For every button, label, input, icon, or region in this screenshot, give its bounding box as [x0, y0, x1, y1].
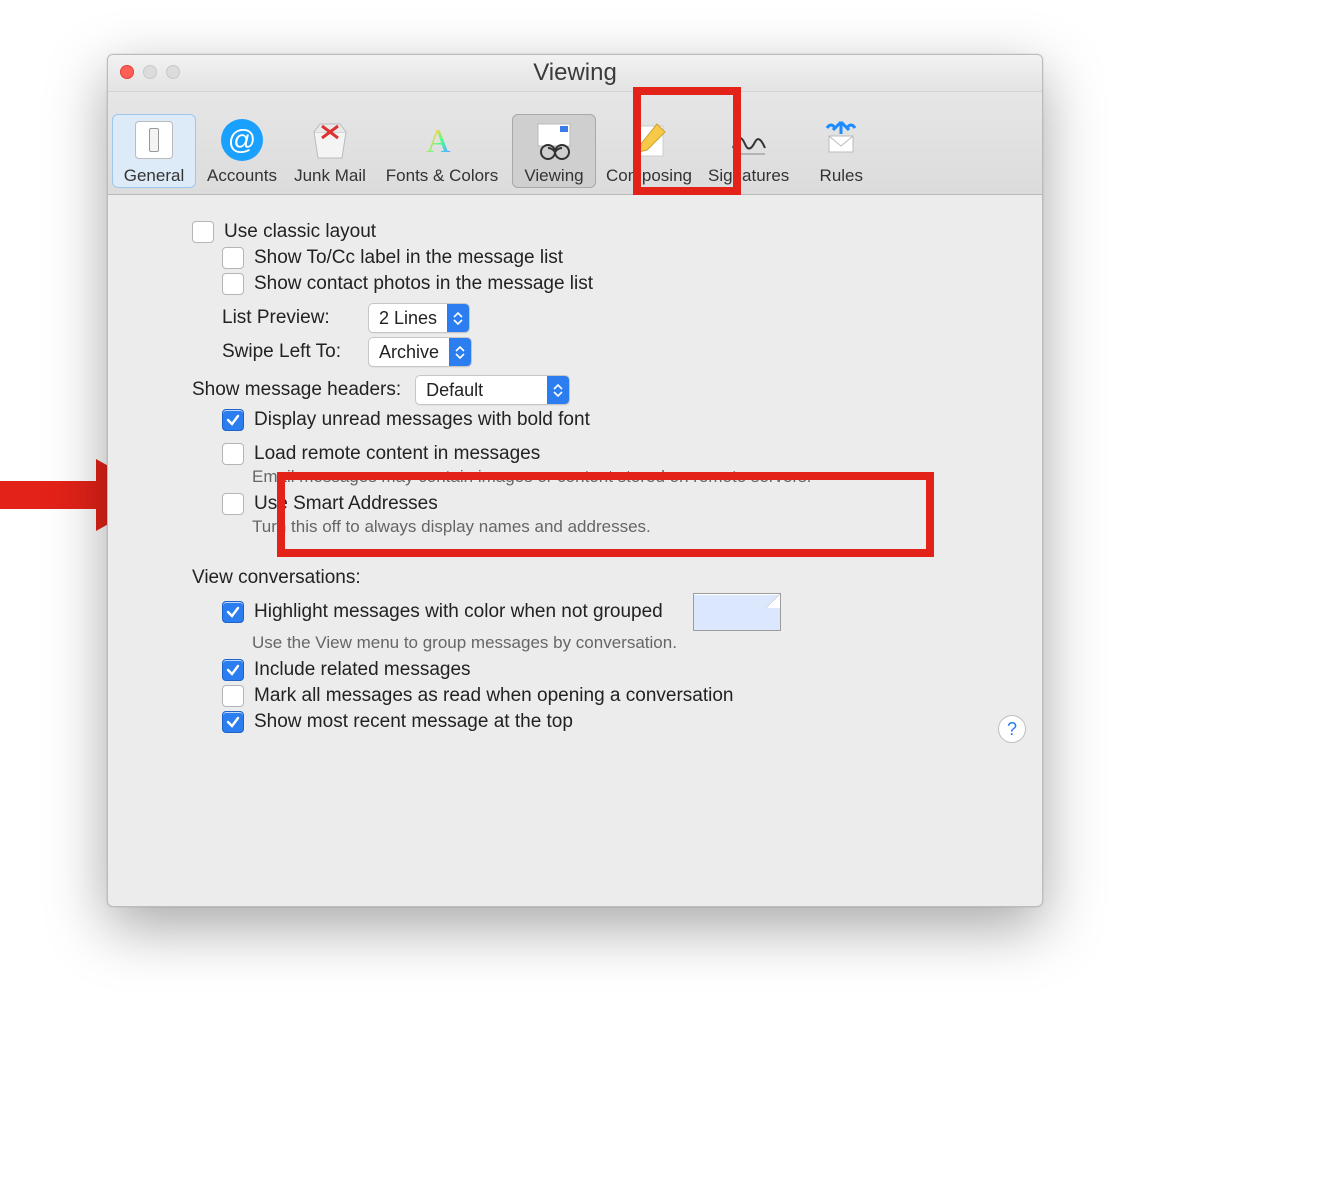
- toolbar-label: Viewing: [524, 166, 583, 186]
- toolbar-tab-general[interactable]: General: [112, 114, 196, 188]
- recent-top-checkbox[interactable]: [222, 711, 244, 733]
- toolbar-label: Rules: [820, 166, 863, 186]
- toolbar-tab-signatures[interactable]: Signatures: [702, 114, 795, 188]
- show-tocc-label: Show To/Cc label in the message list: [254, 247, 563, 269]
- toolbar-tab-rules[interactable]: Rules: [799, 114, 883, 188]
- toolbar-label: Accounts: [207, 166, 277, 186]
- toolbar-tab-viewing[interactable]: Viewing: [512, 114, 596, 188]
- toolbar-label: Junk Mail: [294, 166, 366, 186]
- recent-top-label: Show most recent message at the top: [254, 711, 573, 733]
- toolbar-label: General: [124, 166, 184, 186]
- toolbar-tab-junk-mail[interactable]: Junk Mail: [288, 114, 372, 188]
- close-window-button[interactable]: [120, 65, 134, 79]
- load-remote-content-checkbox[interactable]: [222, 443, 244, 465]
- list-preview-select[interactable]: 2 Lines: [368, 303, 470, 333]
- toolbar-label: Composing: [606, 166, 692, 186]
- view-conversations-header: View conversations:: [192, 567, 361, 589]
- headers-value: Default: [426, 376, 547, 404]
- smart-addresses-checkbox[interactable]: [222, 493, 244, 515]
- list-preview-label: List Preview:: [222, 307, 358, 329]
- select-stepper-icon: [449, 338, 471, 366]
- viewing-icon: [532, 118, 576, 162]
- preferences-window: Viewing General @ Accounts Junk Mail A: [107, 54, 1043, 907]
- viewing-pane: Use classic layout Show To/Cc label in t…: [108, 195, 1042, 757]
- toolbar-label: Signatures: [708, 166, 789, 186]
- swipe-left-label: Swipe Left To:: [222, 341, 358, 363]
- include-related-checkbox[interactable]: [222, 659, 244, 681]
- list-preview-value: 2 Lines: [379, 304, 447, 332]
- toolbar-tab-fonts-colors[interactable]: A Fonts & Colors: [376, 114, 508, 188]
- swipe-left-select[interactable]: Archive: [368, 337, 472, 367]
- toolbar-tab-composing[interactable]: Composing: [600, 114, 698, 188]
- headers-label: Show message headers:: [192, 379, 401, 401]
- highlight-color-checkbox[interactable]: [222, 601, 244, 623]
- fonts-colors-icon: A: [420, 118, 464, 162]
- mark-all-read-checkbox[interactable]: [222, 685, 244, 707]
- general-icon: [132, 118, 176, 162]
- help-button[interactable]: ?: [998, 715, 1026, 743]
- headers-select[interactable]: Default: [415, 375, 570, 405]
- accounts-icon: @: [220, 118, 264, 162]
- highlight-color-well[interactable]: [693, 593, 781, 631]
- preferences-toolbar: General @ Accounts Junk Mail A Fonts & C…: [108, 92, 1042, 195]
- load-remote-content-sublabel: Email messages may contain images or con…: [252, 467, 1014, 487]
- junk-mail-icon: [308, 118, 352, 162]
- smart-addresses-sublabel: Turn this off to always display names an…: [252, 517, 1014, 537]
- titlebar: Viewing: [108, 55, 1042, 92]
- bold-unread-checkbox[interactable]: [222, 409, 244, 431]
- bold-unread-label: Display unread messages with bold font: [254, 409, 590, 431]
- show-contact-photos-label: Show contact photos in the message list: [254, 273, 593, 295]
- swipe-left-value: Archive: [379, 338, 449, 366]
- minimize-window-button[interactable]: [143, 65, 157, 79]
- select-stepper-icon: [447, 304, 469, 332]
- highlight-color-sublabel: Use the View menu to group messages by c…: [252, 633, 1014, 653]
- include-related-label: Include related messages: [254, 659, 471, 681]
- toolbar-tab-accounts[interactable]: @ Accounts: [200, 114, 284, 188]
- window-controls: [120, 65, 180, 79]
- signatures-icon: [727, 118, 771, 162]
- toolbar-label: Fonts & Colors: [386, 166, 498, 186]
- rules-icon: [819, 118, 863, 162]
- show-tocc-checkbox[interactable]: [222, 247, 244, 269]
- classic-layout-label: Use classic layout: [224, 221, 376, 243]
- mark-all-read-label: Mark all messages as read when opening a…: [254, 685, 734, 707]
- svg-text:A: A: [426, 123, 451, 160]
- show-contact-photos-checkbox[interactable]: [222, 273, 244, 295]
- highlight-color-label: Highlight messages with color when not g…: [254, 601, 663, 623]
- load-remote-content-label: Load remote content in messages: [254, 443, 540, 465]
- select-stepper-icon: [547, 376, 569, 404]
- window-title: Viewing: [533, 59, 617, 87]
- composing-icon: [627, 118, 671, 162]
- smart-addresses-label: Use Smart Addresses: [254, 493, 438, 515]
- classic-layout-checkbox[interactable]: [192, 221, 214, 243]
- zoom-window-button[interactable]: [166, 65, 180, 79]
